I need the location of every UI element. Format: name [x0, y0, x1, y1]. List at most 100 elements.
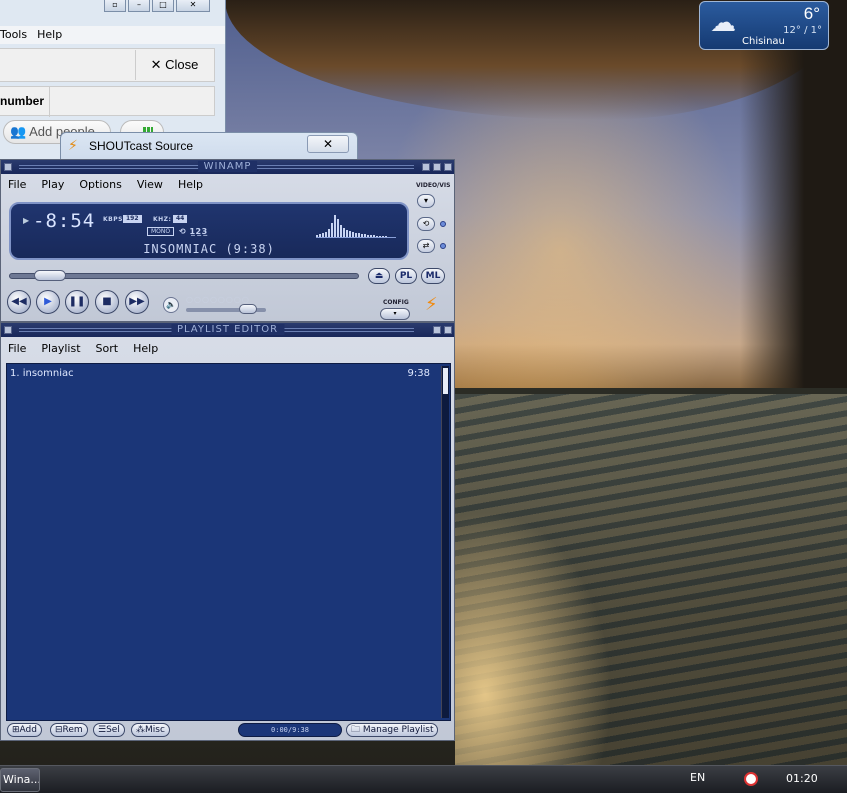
- close-button[interactable]: ✕ Close: [135, 50, 213, 80]
- remove-button[interactable]: ⊟Rem: [50, 723, 88, 737]
- maximize-button[interactable]: □: [152, 0, 174, 12]
- next-button[interactable]: ▶▶: [125, 290, 149, 314]
- spectrum-bar: [352, 232, 354, 237]
- weather-city: Chisinau: [742, 36, 785, 47]
- winamp-shade-button[interactable]: [433, 163, 441, 171]
- mono-indicator: MONO: [147, 227, 175, 236]
- language-indicator[interactable]: EN: [690, 771, 705, 784]
- stop-button[interactable]: ■: [95, 290, 119, 314]
- spectrum-bar: [316, 235, 318, 237]
- repeat-indicator: [440, 221, 446, 227]
- weather-gadget[interactable]: ☁ 6° 12° / 1° Chisinau: [699, 1, 829, 50]
- spectrum-bar: [364, 234, 366, 237]
- winamp-bolt-icon[interactable]: ⚡: [425, 294, 438, 315]
- taskbar: Wina... EN 01:20: [0, 765, 847, 793]
- playlist-options-icon[interactable]: [4, 326, 12, 334]
- repeat-button[interactable]: ⟲: [417, 217, 435, 231]
- spectrum-bar: [358, 233, 360, 237]
- tray-icon[interactable]: [744, 772, 758, 786]
- clock[interactable]: 01:20: [786, 772, 818, 785]
- winamp-titlebar[interactable]: WINAMP: [1, 160, 454, 174]
- playlist-menu-playlist[interactable]: Playlist: [34, 341, 88, 357]
- playlist-scroll-thumb[interactable]: [443, 368, 448, 394]
- close-x-icon: ✕: [150, 57, 166, 72]
- volume-icon[interactable]: 🔈: [163, 297, 179, 313]
- column-header-number[interactable]: number: [0, 94, 44, 108]
- spectrum-bar: [385, 236, 387, 237]
- elapsed-time[interactable]: -8:54: [33, 210, 95, 232]
- playlist-area[interactable]: 1. insomniac 9:38: [6, 363, 451, 721]
- spectrum-bar: [331, 223, 333, 237]
- column-separator: [49, 87, 50, 117]
- previous-button[interactable]: ◀◀: [7, 290, 31, 314]
- playlist-toggle-button[interactable]: PL: [395, 268, 417, 284]
- manage-playlist-button[interactable]: 🗀 Manage Playlist: [346, 723, 439, 737]
- play-button[interactable]: ▶: [36, 290, 60, 314]
- pause-button[interactable]: ❚❚: [65, 290, 89, 314]
- playlist-menu-file[interactable]: File: [1, 341, 34, 357]
- select-icon: ☰: [98, 725, 107, 735]
- playlist-item-duration: 9:38: [407, 368, 430, 379]
- winamp-close-button[interactable]: [444, 163, 452, 171]
- add-label: Add: [19, 725, 37, 735]
- playlist-menu-sort[interactable]: Sort: [89, 341, 127, 357]
- playlist-scrollbar[interactable]: [441, 366, 449, 718]
- playlist-titlebar[interactable]: PLAYLIST EDITOR: [1, 323, 454, 337]
- stop-icon: ■: [102, 296, 112, 307]
- remove-icon: ⊟: [55, 725, 63, 735]
- stereo-loop-icon: ⟲ 1̲2̲3̲: [179, 227, 208, 236]
- shoutcast-close-button[interactable]: ✕: [307, 135, 349, 153]
- playlist-shade-button[interactable]: [433, 326, 441, 334]
- winamp-menu-help[interactable]: Help: [171, 177, 211, 193]
- column-header-row: number: [0, 86, 215, 117]
- pause-icon: ❚❚: [68, 296, 86, 307]
- playlist-close-button[interactable]: [444, 326, 452, 334]
- spectrum-bar: [319, 234, 321, 237]
- winamp-menu-options[interactable]: Options: [72, 177, 129, 193]
- people-icon: 👥: [10, 124, 27, 139]
- balance-dots[interactable]: ○○○○○○○○: [186, 295, 250, 304]
- spectrum-bar: [355, 233, 357, 237]
- shuffle-button[interactable]: ⇄: [417, 239, 435, 253]
- seek-handle[interactable]: [34, 270, 67, 281]
- minimize-button[interactable]: –: [128, 0, 150, 12]
- spectrum-bar: [367, 235, 369, 237]
- spectrum-bar: [343, 228, 345, 237]
- playlist-item[interactable]: 1. insomniac 9:38: [10, 368, 430, 382]
- volume-handle[interactable]: [238, 304, 257, 314]
- add-button[interactable]: ⊞Add: [7, 723, 42, 737]
- shuffle-indicator: [440, 243, 446, 249]
- playlist-menubar: File Playlist Sort Help: [1, 341, 166, 357]
- menu-tools[interactable]: Tools: [0, 26, 27, 44]
- spectrum-bar: [346, 230, 348, 237]
- spectrum-visualizer[interactable]: [316, 210, 396, 238]
- winamp-minimize-button[interactable]: [422, 163, 430, 171]
- misc-label: Misc: [145, 725, 165, 735]
- winamp-options-icon[interactable]: [4, 163, 12, 171]
- menu-help[interactable]: Help: [37, 26, 62, 44]
- winamp-menu-play[interactable]: Play: [34, 177, 72, 193]
- playlist-menu-help[interactable]: Help: [126, 341, 166, 357]
- spectrum-bar: [340, 225, 342, 237]
- winamp-menu-file[interactable]: File: [1, 177, 34, 193]
- window-controls: ▫ – □ ✕: [104, 0, 210, 12]
- misc-button[interactable]: ⁂Misc: [131, 723, 170, 737]
- spectrum-bar: [370, 235, 372, 237]
- close-window-button[interactable]: ✕: [176, 0, 210, 12]
- winamp-menu-view[interactable]: View: [130, 177, 171, 193]
- media-library-button[interactable]: ML: [421, 268, 445, 284]
- winamp-title: WINAMP: [197, 161, 258, 172]
- eject-button[interactable]: ⏏: [368, 268, 390, 284]
- video-vis-toggle[interactable]: ▾: [417, 194, 435, 208]
- config-button[interactable]: ▾: [380, 308, 410, 320]
- select-button[interactable]: ☰Sel: [93, 723, 125, 737]
- spectrum-bar: [361, 234, 363, 237]
- play-indicator-icon: ▶: [23, 216, 30, 225]
- taskbar-item-winamp[interactable]: Wina...: [0, 768, 40, 792]
- restore-button[interactable]: ▫: [104, 0, 126, 12]
- add-icon: ⊞: [12, 725, 20, 735]
- shoutcast-bolt-icon: ⚡: [68, 138, 78, 154]
- manage-playlist-label: Manage Playlist: [362, 725, 434, 735]
- weather-temperature: 6°: [803, 4, 820, 23]
- spectrum-bar: [325, 232, 327, 237]
